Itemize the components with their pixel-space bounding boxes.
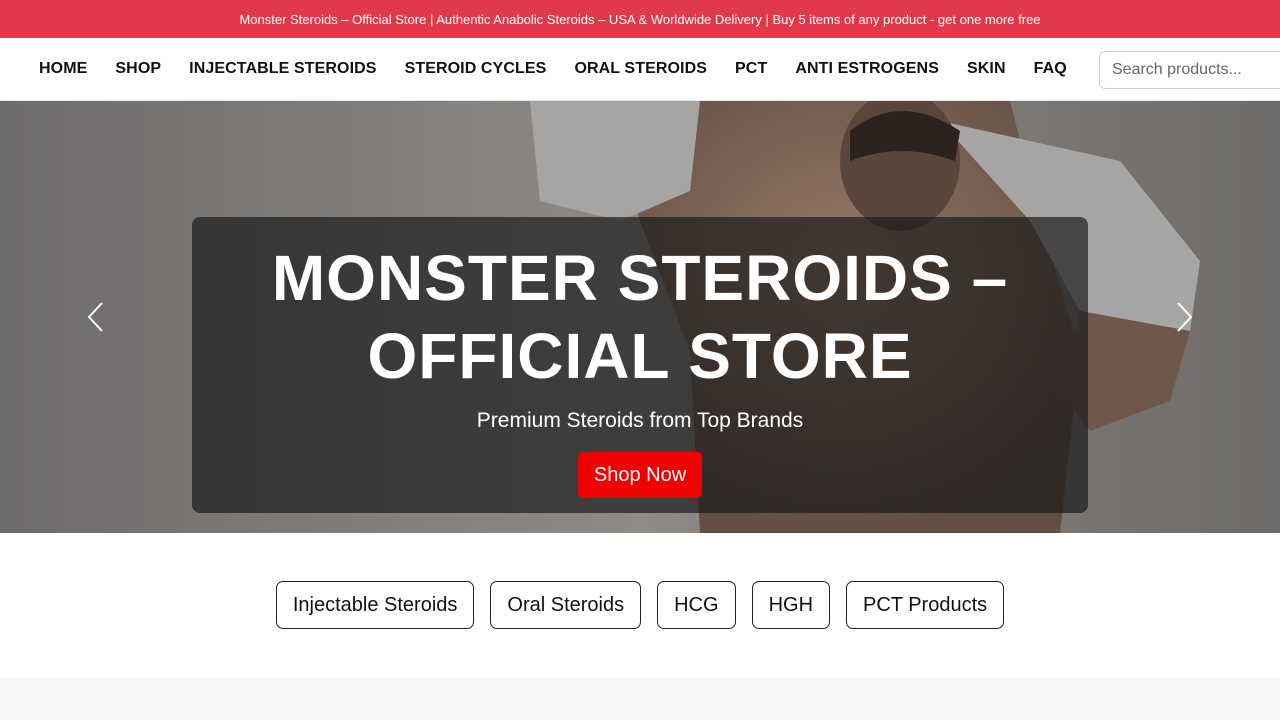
nav-anti-estrogens[interactable]: ANTI ESTROGENS <box>795 60 939 78</box>
category-hcg[interactable]: HCG <box>657 581 736 629</box>
carousel-next-button[interactable] <box>1172 299 1196 335</box>
nav-links: HOME SHOP INJECTABLE STEROIDS STEROID CY… <box>0 60 1075 78</box>
hero-overlay-panel: MONSTER STEROIDS – OFFICIAL STORE Premiu… <box>192 217 1088 513</box>
nav-shop[interactable]: SHOP <box>115 60 161 78</box>
nav-pct[interactable]: PCT <box>735 60 767 78</box>
carousel-prev-button[interactable] <box>84 299 108 335</box>
shop-now-button[interactable]: Shop Now <box>577 452 703 498</box>
chevron-right-icon <box>1177 302 1193 332</box>
nav-steroid-cycles[interactable]: STEROID CYCLES <box>405 60 547 78</box>
hero-title: MONSTER STEROIDS – OFFICIAL STORE <box>230 239 1050 395</box>
main-navbar: HOME SHOP INJECTABLE STEROIDS STEROID CY… <box>0 38 1280 101</box>
category-buttons: Injectable Steroids Oral Steroids HCG HG… <box>0 533 1280 677</box>
chevron-left-icon <box>87 302 103 332</box>
category-oral-steroids[interactable]: Oral Steroids <box>490 581 642 629</box>
announcement-bar: Monster Steroids – Official Store | Auth… <box>0 0 1280 38</box>
nav-faq[interactable]: FAQ <box>1034 60 1067 78</box>
announcement-text: Monster Steroids – Official Store | Auth… <box>239 11 1041 27</box>
nav-injectable-steroids[interactable]: INJECTABLE STEROIDS <box>189 60 376 78</box>
hero-subtitle: Premium Steroids from Top Brands <box>476 409 804 432</box>
category-hgh[interactable]: HGH <box>751 581 831 629</box>
search-input[interactable] <box>1099 51 1280 89</box>
hero-title-line-2: OFFICIAL STORE <box>367 320 913 392</box>
nav-home[interactable]: HOME <box>39 60 87 78</box>
next-section-band <box>0 677 1280 720</box>
nav-skin[interactable]: SKIN <box>967 60 1006 78</box>
category-pct-products[interactable]: PCT Products <box>846 581 1005 629</box>
nav-oral-steroids[interactable]: ORAL STEROIDS <box>574 60 707 78</box>
hero-title-line-1: MONSTER STEROIDS – <box>271 242 1009 314</box>
hero-banner: MONSTER STEROIDS – OFFICIAL STORE Premiu… <box>0 101 1280 533</box>
category-injectable-steroids[interactable]: Injectable Steroids <box>275 581 475 629</box>
